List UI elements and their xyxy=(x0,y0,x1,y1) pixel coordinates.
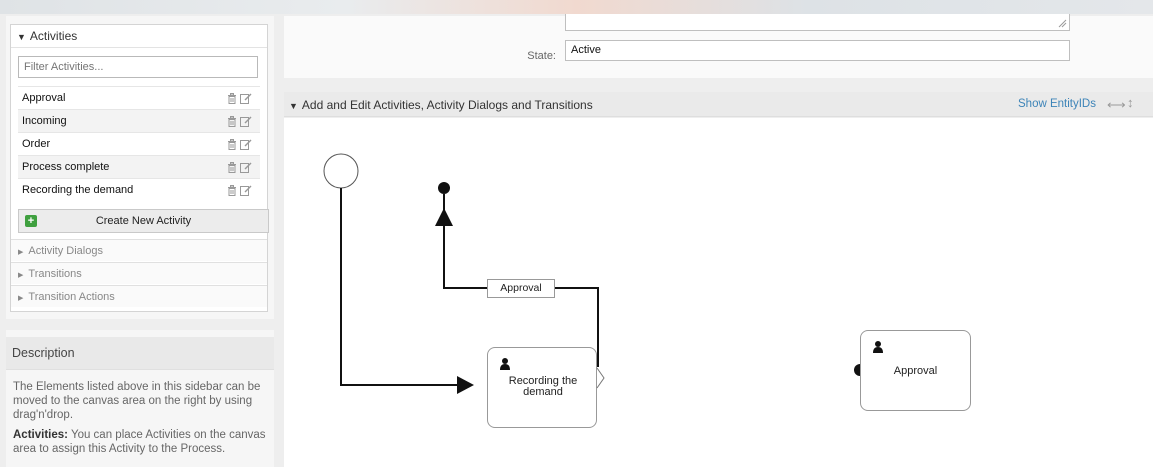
trash-icon[interactable] xyxy=(227,115,237,127)
section-label: Activity Dialogs xyxy=(28,245,103,257)
activity-label: Incoming xyxy=(22,115,67,127)
activity-label: Recording the demand xyxy=(508,375,578,398)
connection-approval-to-end xyxy=(443,200,487,289)
description-paragraph-activities: Activities: You can place Activities on … xyxy=(13,428,267,456)
activities-accordion: ▼Activities Approval Incoming Order Proc… xyxy=(10,24,269,312)
trash-icon[interactable] xyxy=(227,161,237,173)
accordion-transitions[interactable]: ▶ Transitions xyxy=(11,262,267,284)
activity-label: Approval xyxy=(893,365,938,377)
activities-header[interactable]: ▼ Activities xyxy=(11,25,267,48)
arrowhead xyxy=(457,376,474,394)
activity-label: Approval xyxy=(22,92,66,104)
activity-actions xyxy=(224,179,252,202)
description-text: The Elements listed above in this sideba… xyxy=(6,370,274,456)
create-button-label: Create New Activity xyxy=(95,215,192,227)
trash-icon[interactable] xyxy=(227,184,237,196)
activity-list-item[interactable]: Recording the demand xyxy=(18,178,260,201)
edit-icon[interactable] xyxy=(240,139,252,150)
activity-list-item[interactable]: Process complete xyxy=(18,155,260,178)
triangle-down-icon: ▼ xyxy=(17,32,26,42)
description-paragraph: The Elements listed above in this sideba… xyxy=(13,381,261,421)
chevron-right-icon[interactable] xyxy=(596,367,606,389)
accordion-activity-dialogs[interactable]: ▶ Activity Dialogs xyxy=(11,239,267,261)
canvas-connections xyxy=(323,153,866,394)
plus-icon: + xyxy=(25,215,37,227)
start-event xyxy=(323,153,359,189)
trash-icon[interactable] xyxy=(227,92,237,104)
resize-horizontal-icon[interactable]: ⟷ xyxy=(1107,97,1126,113)
resize-vertical-icon[interactable]: ↕ xyxy=(1127,95,1134,110)
activities-header-label: Activities xyxy=(29,29,78,43)
description-bold: Activities: xyxy=(13,429,68,441)
activity-list-item[interactable]: Approval xyxy=(18,86,260,109)
description-title: Description xyxy=(6,337,274,370)
triangle-right-icon: ▶ xyxy=(18,295,24,302)
triangle-right-icon: ▶ xyxy=(18,272,24,279)
activity-actions xyxy=(224,133,252,156)
description-panel: Description The Elements listed above in… xyxy=(6,330,274,467)
activity-list-item[interactable]: Order xyxy=(18,132,260,155)
arrowhead xyxy=(435,208,453,226)
state-select[interactable]: Active xyxy=(565,40,1070,61)
section-label: Transition Actions xyxy=(28,291,115,303)
transition-label-approval[interactable]: Approval xyxy=(487,279,555,298)
accordion-transition-actions[interactable]: ▶ Transition Actions xyxy=(11,285,267,307)
activity-label: Recording the demand xyxy=(22,184,134,196)
edit-icon[interactable] xyxy=(240,185,252,196)
activities-list: Approval Incoming Order Process complete… xyxy=(18,86,260,201)
activity-list-item[interactable]: Incoming xyxy=(18,109,260,132)
edit-icon[interactable] xyxy=(240,162,252,173)
activity-actions xyxy=(224,87,252,110)
canvas-title[interactable]: ▼ Add and Edit Activities, Activity Dialo… xyxy=(289,98,593,112)
user-icon xyxy=(873,341,883,353)
filter-activities-input[interactable] xyxy=(18,56,258,78)
triangle-down-icon: ▼ xyxy=(289,101,298,111)
trash-icon[interactable] xyxy=(227,138,237,150)
edit-icon[interactable] xyxy=(240,93,252,104)
canvas-header: ▼ Add and Edit Activities, Activity Dialo… xyxy=(284,92,1153,117)
process-canvas[interactable]: Recording the demand Approval Approval xyxy=(284,118,1153,467)
activity-label: Order xyxy=(22,138,51,150)
show-entity-ids-link[interactable]: Show EntityIDs xyxy=(1018,98,1096,110)
activity-approval[interactable]: Approval xyxy=(860,330,971,411)
description-textarea[interactable] xyxy=(565,14,1070,31)
canvas-title-label: Add and Edit Activities, Activity Dialog… xyxy=(301,98,593,112)
triangle-right-icon: ▶ xyxy=(18,249,24,256)
activity-actions xyxy=(224,110,252,133)
section-label: Transitions xyxy=(28,268,82,280)
activity-recording-the-demand[interactable]: Recording the demand xyxy=(487,347,605,428)
edit-icon[interactable] xyxy=(240,116,252,127)
activity-actions xyxy=(224,156,252,179)
endpoint-dot xyxy=(438,182,450,194)
state-label: State: xyxy=(527,50,556,62)
user-icon xyxy=(500,358,510,370)
activity-label: Process complete xyxy=(22,161,110,173)
resize-handle-icon[interactable] xyxy=(1058,19,1067,28)
create-new-activity-button[interactable]: + Create New Activity xyxy=(18,209,269,233)
